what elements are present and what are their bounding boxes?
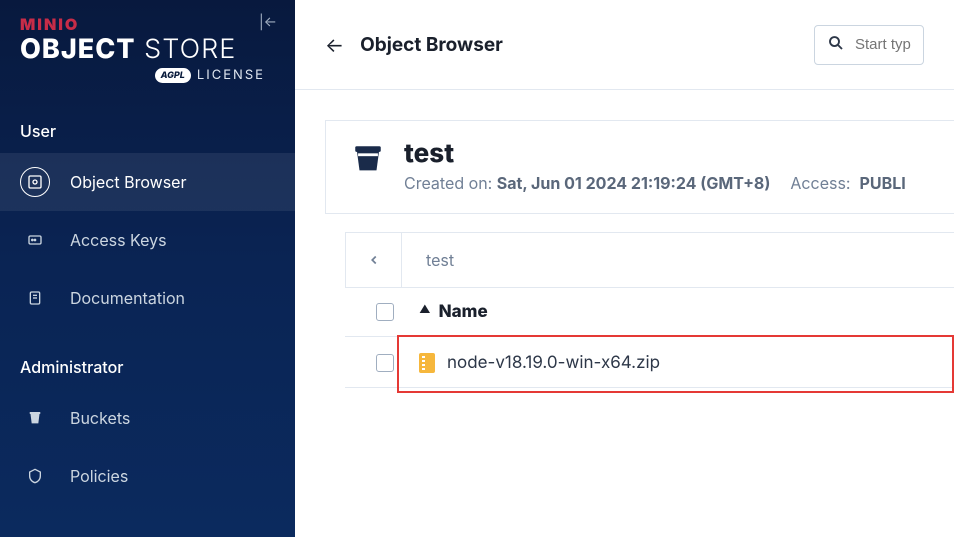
brand-license: AGPL LICENSE <box>20 67 275 83</box>
bucket-name: test <box>404 141 906 167</box>
bucket-icon <box>350 141 386 177</box>
buckets-icon <box>20 403 50 433</box>
sidebar-item-label: Policies <box>70 466 128 486</box>
main-content: ← Object Browser test Created on: Sat, J… <box>295 0 954 537</box>
content-area: test Created on: Sat, Jun 01 2024 21:19:… <box>295 90 954 388</box>
brand-min: MINIO <box>20 14 275 34</box>
bucket-meta: Created on: Sat, Jun 01 2024 21:19:24 (G… <box>404 173 906 193</box>
table-header: ▲ Name <box>345 288 954 337</box>
brand-main: OBJECT STORE <box>20 32 275 65</box>
sidebar-item-policies[interactable]: Policies <box>0 447 295 505</box>
sidebar-item-buckets[interactable]: Buckets <box>0 389 295 447</box>
column-header-name[interactable]: ▲ Name <box>413 302 488 322</box>
file-entry[interactable]: node-v18.19.0-win-x64.zip <box>413 353 660 373</box>
sidebar-collapse-icon[interactable]: |← <box>259 14 277 31</box>
access-keys-icon <box>20 225 50 255</box>
search-input[interactable] <box>855 36 924 53</box>
file-browser: test ▲ Name node-v18.19.0-win-x64.zip <box>345 232 954 388</box>
breadcrumb-path[interactable]: test <box>402 250 454 270</box>
section-user-title: User <box>0 91 295 153</box>
select-all-checkbox[interactable] <box>376 303 394 321</box>
sidebar-item-label: Object Browser <box>70 172 187 192</box>
file-name-text: node-v18.19.0-win-x64.zip <box>447 353 660 373</box>
bucket-header: test Created on: Sat, Jun 01 2024 21:19:… <box>325 120 954 214</box>
brand-logo: |← MINIO OBJECT STORE AGPL LICENSE <box>0 0 295 91</box>
policies-icon <box>20 461 50 491</box>
sidebar-item-access-keys[interactable]: Access Keys <box>0 211 295 269</box>
agpl-badge: AGPL <box>155 68 191 83</box>
sidebar: |← MINIO OBJECT STORE AGPL LICENSE User … <box>0 0 295 537</box>
sidebar-item-object-browser[interactable]: Object Browser <box>0 153 295 211</box>
table-row[interactable]: node-v18.19.0-win-x64.zip <box>345 337 954 388</box>
sidebar-item-documentation[interactable]: Documentation <box>0 269 295 327</box>
breadcrumb: test <box>345 232 954 288</box>
search-box[interactable] <box>814 25 924 65</box>
search-icon <box>827 34 845 56</box>
section-admin-title: Administrator <box>0 327 295 389</box>
page-title: Object Browser <box>360 33 503 56</box>
row-checkbox[interactable] <box>376 354 394 372</box>
sidebar-item-label: Documentation <box>70 288 185 308</box>
sort-asc-icon: ▲ <box>419 302 431 316</box>
zip-file-icon <box>419 353 435 373</box>
topbar: ← Object Browser <box>295 0 954 90</box>
breadcrumb-back-icon[interactable] <box>346 233 402 287</box>
sidebar-item-label: Access Keys <box>70 230 167 250</box>
object-browser-icon <box>20 167 50 197</box>
sidebar-item-label: Buckets <box>70 408 130 428</box>
back-arrow-icon[interactable]: ← <box>325 33 344 57</box>
documentation-icon <box>20 283 50 313</box>
